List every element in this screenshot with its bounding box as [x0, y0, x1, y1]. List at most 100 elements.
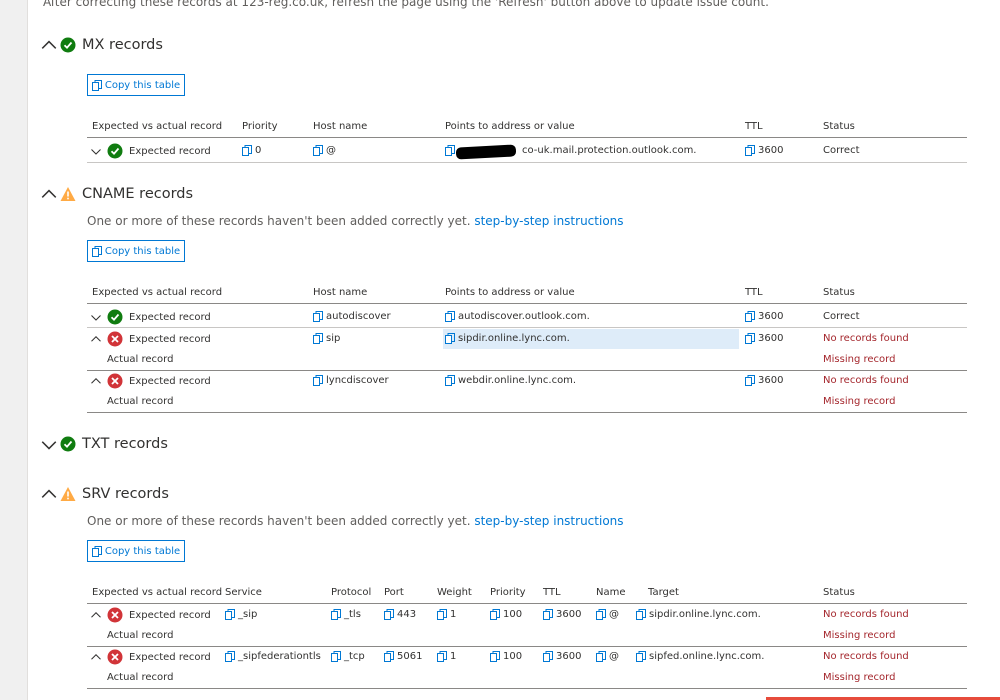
cname-ttl-cell[interactable]: 3600	[745, 375, 783, 386]
cname-section-header[interactable]: CNAME records	[40, 185, 193, 203]
chevron-up-icon[interactable]	[40, 485, 58, 503]
chevron-down-icon[interactable]	[90, 145, 102, 157]
srv-target-cell[interactable]: sipfed.online.lync.com.	[636, 651, 764, 662]
copy-icon[interactable]	[313, 145, 323, 156]
check-circle-icon	[107, 309, 123, 325]
srv-weight-cell[interactable]: 1	[437, 651, 456, 662]
copy-icon[interactable]	[596, 609, 606, 620]
mx-copy-table-button[interactable]: Copy this table	[87, 74, 185, 96]
copy-icon[interactable]	[543, 651, 553, 662]
cname-host-cell[interactable]: sip	[313, 333, 340, 344]
copy-icon[interactable]	[437, 651, 447, 662]
chevron-up-icon[interactable]	[90, 651, 102, 663]
mx-header-status: Status	[823, 121, 855, 132]
cname-copy-table-button[interactable]: Copy this table	[87, 240, 185, 262]
mx-host-cell[interactable]: @	[313, 145, 336, 156]
copy-icon[interactable]	[313, 311, 323, 322]
chevron-down-icon[interactable]	[90, 311, 102, 323]
table-row[interactable]: Expected record	[90, 143, 211, 159]
cname-points-cell[interactable]: autodiscover.outlook.com.	[445, 311, 590, 322]
copy-icon[interactable]	[745, 333, 755, 344]
copy-icon[interactable]	[745, 375, 755, 386]
srv-priority-cell[interactable]: 100	[490, 609, 522, 620]
mx-header-expected: Expected vs actual record	[92, 121, 223, 132]
srv-port-cell[interactable]: 5061	[384, 651, 422, 662]
copy-icon[interactable]	[331, 651, 341, 662]
cname-ttl-cell[interactable]: 3600	[745, 333, 783, 344]
actual-record-label: Actual record	[107, 630, 174, 641]
copy-icon[interactable]	[445, 375, 455, 386]
copy-icon[interactable]	[596, 651, 606, 662]
copy-icon[interactable]	[636, 609, 646, 620]
srv-instructions-link[interactable]: step-by-step instructions	[474, 514, 623, 528]
table-row[interactable]: Expected record	[90, 607, 211, 623]
copy-icon[interactable]	[242, 145, 252, 156]
cname-instructions-link[interactable]: step-by-step instructions	[474, 214, 623, 228]
copy-icon[interactable]	[331, 609, 341, 620]
srv-protocol-cell[interactable]: _tcp	[331, 651, 365, 662]
srv-header-divider	[87, 603, 967, 604]
srv-header-target: Target	[648, 587, 679, 598]
copy-icon[interactable]	[490, 651, 500, 662]
copy-icon[interactable]	[225, 609, 235, 620]
intro-text: After correcting these records at 123-re…	[43, 0, 769, 9]
copy-icon[interactable]	[384, 651, 394, 662]
cname-points-cell[interactable]: sipdir.online.lync.com.	[445, 333, 570, 344]
copy-icon[interactable]	[225, 651, 235, 662]
srv-weight-cell[interactable]: 1	[437, 609, 456, 620]
srv-service-cell[interactable]: _sipfederationtls	[225, 651, 321, 662]
chevron-up-icon[interactable]	[90, 375, 102, 387]
status-badge: No records found	[823, 609, 909, 620]
srv-name-cell[interactable]: @	[596, 609, 619, 620]
table-row[interactable]: Expected record	[90, 309, 211, 325]
cname-host-cell[interactable]: lyncdiscover	[313, 375, 389, 386]
srv-section-header[interactable]: SRV records	[40, 485, 169, 503]
chevron-up-icon[interactable]	[90, 609, 102, 621]
copy-icon[interactable]	[384, 609, 394, 620]
mx-section-header[interactable]: MX records	[40, 36, 163, 54]
table-row[interactable]: Expected record	[90, 649, 211, 665]
actual-record-label: Actual record	[107, 672, 174, 683]
txt-section-header[interactable]: TXT records	[40, 435, 168, 453]
copy-icon[interactable]	[437, 609, 447, 620]
srv-target-cell[interactable]: sipdir.online.lync.com.	[636, 609, 761, 620]
srv-service-cell[interactable]: _sip	[225, 609, 257, 620]
srv-message: One or more of these records haven't bee…	[87, 514, 624, 528]
cname-message: One or more of these records haven't bee…	[87, 214, 624, 228]
cname-header-host: Host name	[313, 287, 368, 298]
srv-section-title: SRV records	[82, 486, 169, 502]
copy-icon[interactable]	[636, 651, 646, 662]
mx-ttl-cell[interactable]: 3600	[745, 145, 783, 156]
copy-icon[interactable]	[313, 375, 323, 386]
chevron-up-icon[interactable]	[40, 185, 58, 203]
copy-icon[interactable]	[445, 145, 455, 156]
copy-icon[interactable]	[313, 333, 323, 344]
copy-icon[interactable]	[543, 609, 553, 620]
error-circle-icon	[107, 607, 123, 623]
copy-icon[interactable]	[490, 609, 500, 620]
status-badge: No records found	[823, 333, 909, 344]
mx-header-host: Host name	[313, 121, 368, 132]
srv-copy-table-button[interactable]: Copy this table	[87, 540, 185, 562]
srv-ttl-cell[interactable]: 3600	[543, 651, 581, 662]
copy-icon[interactable]	[745, 311, 755, 322]
chevron-up-icon[interactable]	[40, 36, 58, 54]
table-row[interactable]: Expected record	[90, 373, 211, 389]
srv-name-cell[interactable]: @	[596, 651, 619, 662]
table-row[interactable]: Expected record	[90, 331, 211, 347]
mx-priority-cell[interactable]: 0	[242, 145, 261, 156]
warning-triangle-icon	[60, 187, 76, 201]
cname-host-cell[interactable]: autodiscover	[313, 311, 391, 322]
cname-points-cell[interactable]: webdir.online.lync.com.	[445, 375, 576, 386]
mx-header-priority: Priority	[242, 121, 278, 132]
srv-priority-cell[interactable]: 100	[490, 651, 522, 662]
cname-ttl-cell[interactable]: 3600	[745, 311, 783, 322]
srv-protocol-cell[interactable]: _tls	[331, 609, 361, 620]
srv-port-cell[interactable]: 443	[384, 609, 416, 620]
copy-icon[interactable]	[445, 311, 455, 322]
chevron-down-icon[interactable]	[40, 435, 58, 453]
srv-ttl-cell[interactable]: 3600	[543, 609, 581, 620]
chevron-up-icon[interactable]	[90, 333, 102, 345]
copy-icon[interactable]	[445, 333, 455, 344]
copy-icon[interactable]	[745, 145, 755, 156]
